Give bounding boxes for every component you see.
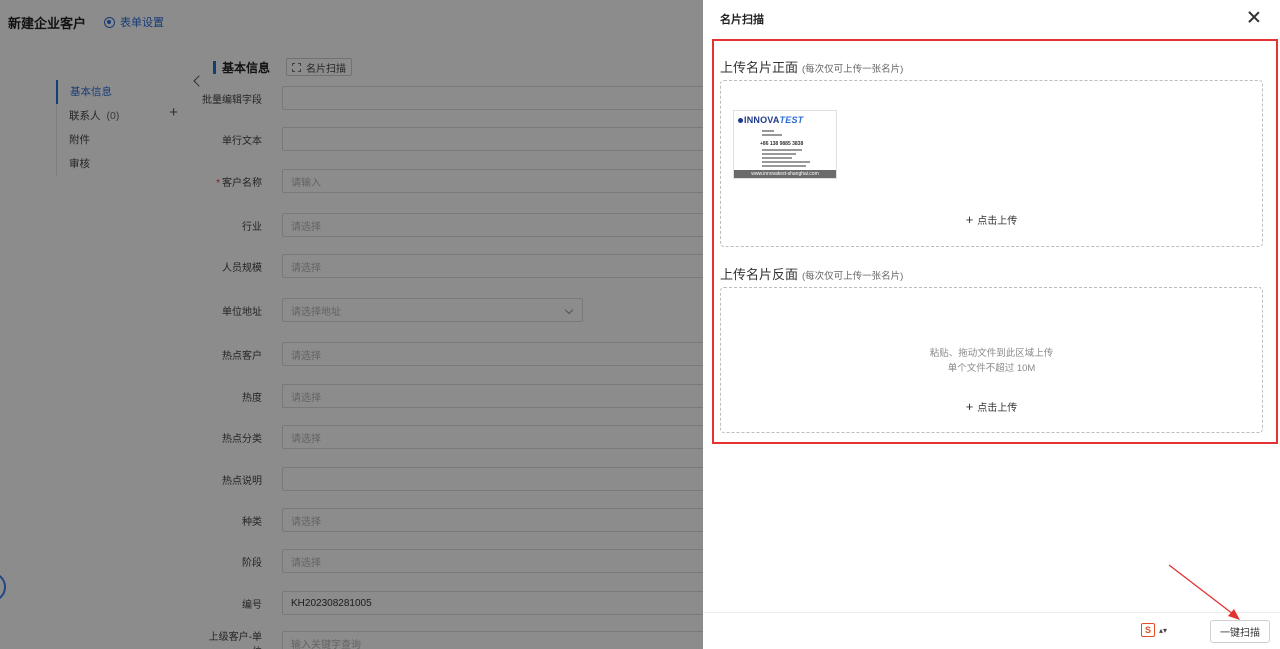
ime-toggle-icon: ▴▾ [1159, 625, 1168, 635]
ime-indicator[interactable]: S ▴▾ [1141, 623, 1167, 637]
card-text-line [762, 153, 796, 155]
back-upload-label: 点击上传 [977, 403, 1018, 414]
front-upload-area[interactable]: INNOVATEST +86 138 9885 3838 www.innovat… [720, 80, 1263, 247]
business-card-thumbnail[interactable]: INNOVATEST +86 138 9885 3838 www.innovat… [733, 110, 837, 179]
front-upload-label: 点击上传 [977, 216, 1018, 227]
drawer-footer: S ▴▾ 一键扫描 [703, 612, 1280, 649]
card-website: www.innovatest-shanghai.com [734, 170, 836, 178]
drop-hint-size: 单个文件不超过 10M [947, 363, 1036, 374]
front-heading: 上传名片正面 [720, 60, 799, 75]
plus-icon: + [965, 399, 974, 414]
front-upload-heading: 上传名片正面 (每次仅可上传一张名片) [720, 57, 903, 76]
card-text-line [762, 149, 802, 151]
modal-mask[interactable] [0, 0, 703, 649]
close-icon[interactable] [1247, 10, 1261, 24]
card-text-line [762, 157, 792, 159]
back-upload-button[interactable]: + 点击上传 [721, 399, 1262, 414]
card-text-line [762, 161, 810, 163]
plus-icon: + [965, 212, 974, 227]
card-text-line [762, 165, 806, 167]
drop-hint: 粘贴、拖动文件到此区域上传 单个文件不超过 10M [721, 346, 1262, 376]
card-text-line [762, 134, 782, 136]
drop-hint-line: 粘贴、拖动文件到此区域上传 [929, 348, 1054, 359]
card-logo-accent: TEST [779, 115, 804, 125]
card-logo-dot [738, 118, 743, 123]
card-text-line [762, 130, 774, 132]
drawer-title: 名片扫描 [720, 14, 764, 26]
sogou-ime-icon: S [1141, 623, 1155, 637]
card-logo-text: INNOVA [744, 115, 780, 125]
front-upload-button[interactable]: + 点击上传 [721, 212, 1262, 227]
front-hint: (每次仅可上传一张名片) [802, 64, 904, 75]
back-upload-heading: 上传名片反面 (每次仅可上传一张名片) [720, 264, 903, 283]
card-phone: +86 138 9885 3838 [760, 141, 804, 147]
card-logo: INNOVATEST [738, 115, 803, 125]
back-heading: 上传名片反面 [720, 267, 799, 282]
back-hint: (每次仅可上传一张名片) [802, 271, 904, 282]
back-upload-area[interactable]: 粘贴、拖动文件到此区域上传 单个文件不超过 10M + 点击上传 [720, 287, 1263, 433]
one-click-scan-button[interactable]: 一键扫描 [1210, 620, 1270, 643]
card-scan-drawer: 名片扫描 上传名片正面 (每次仅可上传一张名片) INNOVATEST +86 … [703, 0, 1280, 649]
